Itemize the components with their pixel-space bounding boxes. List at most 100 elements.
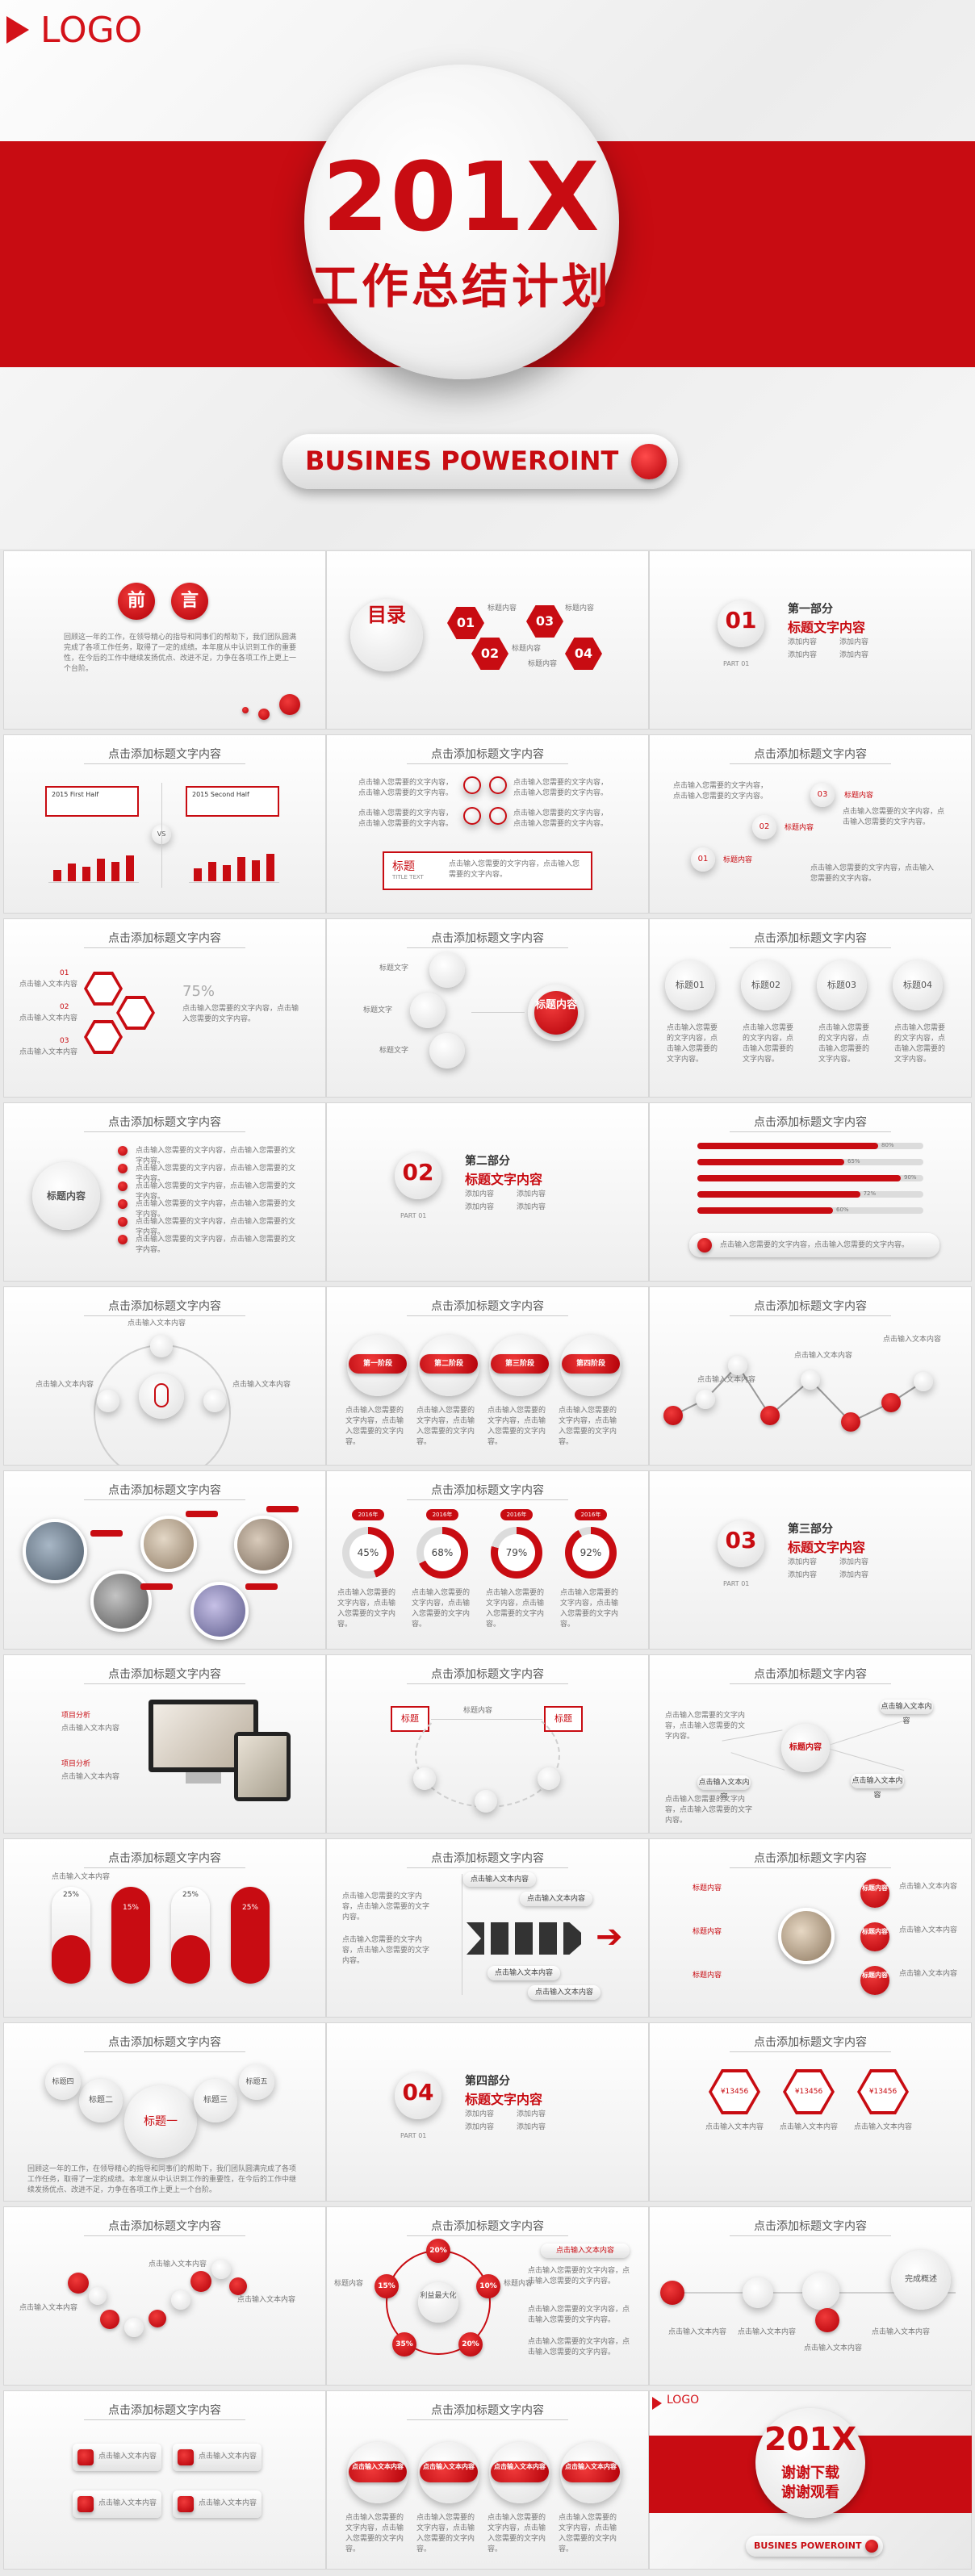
slide-title: 点击添加标题文字内容 [754,1852,867,1865]
contents-num-3: 03 [526,605,563,638]
slide-icon-flow[interactable]: 点击添加标题文字内容 标题文字 标题文字 标题文字 标题内容 [326,918,649,1098]
capsule-label: 15% [122,1904,139,1912]
slide-bubbles[interactable]: 点击添加标题文字内容 标题一 标题二 标题三 标题四 标题五 回顾这一年的工作，… [3,2022,326,2202]
slide-title: 点击添加标题文字内容 [754,1116,867,1129]
slide-progress-bars[interactable]: 点击添加标题文字内容 80% 65% 90% 72% 60% 点击输入您需要的文字内容，… [649,1102,972,1282]
summary-text: 点击输入您需要的文字内容，点击输入您需要的文字内容。 [449,860,580,879]
capsule [52,1887,90,1984]
slide-mindmap[interactable]: 点击添加标题文字内容 标题内容 点击输入文本内容 点击输入文本内容 点击输入文本… [649,1654,972,1834]
list-center: 标题内容 [32,1162,100,1230]
wave-label: 点击输入文本内容 [794,1352,853,1360]
slide-title: 点击添加标题文字内容 [431,1300,544,1313]
icon-list-text: 点击输入您需要的文字内容，点击输入您需要的文字内容。 [358,809,454,828]
price-hex: ¥13456 [709,2069,760,2114]
slide-four-stages[interactable]: 点击添加标题文字内容 第一阶段 第二阶段 第三阶段 第四阶段 点击输入您需要的文… [326,1286,649,1466]
mindmap-node: 点击输入文本内容 [851,1774,904,1800]
slide-hub[interactable]: 点击添加标题文字内容 标题内容 标题内容 标题内容 标题内容 标题内容 标题内容… [649,1838,972,2018]
input-circle-text: 点击输入您需要的文字内容，点击输入您需要的文字内容。 [488,2514,546,2553]
arrows-text: 点击输入您需要的文字内容，点击输入您需要的文字内容。 [342,1892,430,1922]
capsule-fill [231,1887,270,1984]
card-icon [77,2496,94,2512]
part-4-number: 04 [402,2079,434,2106]
donut-text: 点击输入您需要的文字内容，点击输入您需要的文字内容。 [486,1589,545,1629]
donut-ring: 92% [565,1527,617,1579]
progress-summary-text: 点击输入您需要的文字内容，点击输入您需要的文字内容。 [720,1241,910,1249]
list-dot [118,1217,128,1227]
step-circle-3: 03 [810,783,835,807]
part-3-sub: PART 01 [723,1580,750,1587]
slide-title: 点击添加标题文字内容 [108,2036,221,2049]
decor-dot-icon [258,709,270,720]
slide-half-year[interactable]: 点击添加标题文字内容 2015 First Half 2015 Second H… [3,734,326,914]
slide-donuts[interactable]: 点击添加标题文字内容 2016年 45% 点击输入您需要的文字内容，点击输入您需要的… [326,1470,649,1650]
radial-text: 点击输入您需要的文字内容，点击输入您需要的文字内容。 [528,2338,630,2356]
hub-node: 标题内容 [860,1922,889,1951]
slide-cycle[interactable]: 点击添加标题文字内容 标题 标题 标题内容 [326,1654,649,1834]
progress-label: 60% [836,1206,849,1213]
timeline-node [815,2308,839,2332]
progress-track [697,1159,923,1165]
progress-summary-pill: 点击输入您需要的文字内容，点击输入您需要的文字内容。 [689,1233,939,1257]
wave-point [914,1372,933,1391]
part-1-sub: PART 01 [723,660,750,667]
slide-part-2[interactable]: 02 PART 01 第二部分 标题文字内容 添加内容 添加内容 添加内容 添加… [326,1102,649,1282]
dot-node [100,2310,119,2329]
dot-node [149,2310,166,2327]
input-circle-label: 点击输入文本内容 [349,2461,407,2482]
slide-dots-wave[interactable]: 点击添加标题文字内容 点击输入文本内容 点击输入文本内容 点击输入文本内容 [3,2206,326,2386]
wave-point [663,1406,683,1425]
capsule-fill [52,1935,90,1984]
slide-arc-icons[interactable]: 点击添加标题文字内容 点击输入文本内容 点击输入文本内容 点击输入文本内容 [3,1286,326,1466]
slide-part-3[interactable]: 03 PART 01 第三部分 标题文字内容 添加内容 添加内容 添加内容 添加… [649,1470,972,1650]
hex-step-num: 01 [60,969,69,977]
slide-wave[interactable]: 点击添加标题文字内容 点击输入文本内容 点击输入文本内容 点击输入文本内容 [649,1286,972,1466]
title-divider [407,1499,568,1500]
slide-preface[interactable]: 前 言 回顾这一年的工作，在领导精心的指导和同事们的帮助下，我们团队圆满完成了各… [3,550,326,730]
chart-bar [194,868,202,881]
slide-contents[interactable]: 目录 01 02 03 04 标题内容 标题内容 标题内容 标题内容 [326,550,649,730]
photo-circle [23,1519,87,1583]
decor-dot-icon [279,694,300,715]
mindmap-node: 点击输入文本内容 [880,1700,933,1725]
contents-label-4: 标题内容 [528,660,558,668]
slide-pill-chart[interactable]: 点击添加标题文字内容 25% 15% 25% 25% 点击输入文本内容 [3,1838,326,2018]
slide-device[interactable]: 点击添加标题文字内容 项目分析 点击输入文本内容 项目分析 点击输入文本内容 [3,1654,326,1834]
project-label: 项目分析 [61,1760,91,1768]
slide-radial[interactable]: 点击添加标题文字内容 利益最大化 20% 10% 20% 35% 15% 标题内… [326,2206,649,2386]
slide-cards[interactable]: 点击添加标题文字内容 点击输入文本内容 点击输入文本内容 点击输入文本内容 点击… [3,2390,326,2570]
flow-connector [471,1012,525,1013]
slide-input-circles[interactable]: 点击添加标题文字内容 点击输入文本内容 点击输入文本内容 点击输入文本内容 点击… [326,2390,649,2570]
slide-four-circles[interactable]: 点击添加标题文字内容 标题01 标题02 标题03 标题04 点击输入您需要的文… [649,918,972,1098]
contents-title: 目录 [350,599,423,671]
slide-numbered-list[interactable]: 点击添加标题文字内容 标题内容 点击输入您需要的文字内容，点击输入您需要的文字内… [3,1102,326,1282]
slide-arrows[interactable]: 点击添加标题文字内容 点击输入您需要的文字内容，点击输入您需要的文字内容。 点击… [326,1838,649,2018]
slide-icon-list[interactable]: 点击添加标题文字内容 点击输入您需要的文字内容，点击输入您需要的文字内容。 点击… [326,734,649,914]
timeline-summary: 完成概述 [891,2250,951,2310]
slide-title: 点击添加标题文字内容 [108,748,221,761]
stage-circle-1: 第一阶段 [347,1335,408,1396]
chart-bar [252,860,260,881]
slide-prices[interactable]: 点击添加标题文字内容 ¥13456 ¥13456 ¥13456 点击输入文本内容… [649,2022,972,2202]
part-1-item: 添加内容 [788,638,818,646]
slide-title: 点击添加标题文字内容 [754,2036,867,2049]
slide-photos[interactable]: 点击添加标题文字内容 [3,1470,326,1650]
icon-list-text: 点击输入您需要的文字内容，点击输入您需要的文字内容。 [513,779,609,797]
slide-part-4[interactable]: 04 PART 01 第四部分 标题文字内容 添加内容 添加内容 添加内容 添加… [326,2022,649,2202]
slide-hex-icons[interactable]: 点击添加标题文字内容 01 02 03 点击输入文本内容 点击输入文本内容 点击… [3,918,326,1098]
bubble-main: 标题一 [124,2085,197,2158]
price-text: 点击输入文本内容 [705,2123,764,2131]
slide-part-1[interactable]: 01 PART 01 第一部分 标题文字内容 添加内容 添加内容 添加内容 添加… [649,550,972,730]
title-divider [84,2419,245,2420]
progress-fill [697,1143,878,1149]
progress-fill [697,1175,901,1181]
part-1-item: 添加内容 [839,651,869,659]
title-divider [730,1315,891,1316]
red-dot-icon [631,444,667,479]
slide-steps[interactable]: 点击添加标题文字内容 点击输入您需要的文字内容，点击输入您需要的文字内容。 03… [649,734,972,914]
slide-timeline[interactable]: 点击添加标题文字内容 完成概述 点击输入文本内容 点击输入文本内容 点击输入文本… [649,2206,972,2386]
wave-point [696,1390,715,1409]
slide-end[interactable]: LOGO 201X 谢谢下载 谢谢观看 BUSINES POWEROINT [649,2390,972,2570]
photo-tag [140,1583,173,1590]
capsule-label: 25% [182,1891,199,1899]
progress-fill [697,1191,860,1198]
